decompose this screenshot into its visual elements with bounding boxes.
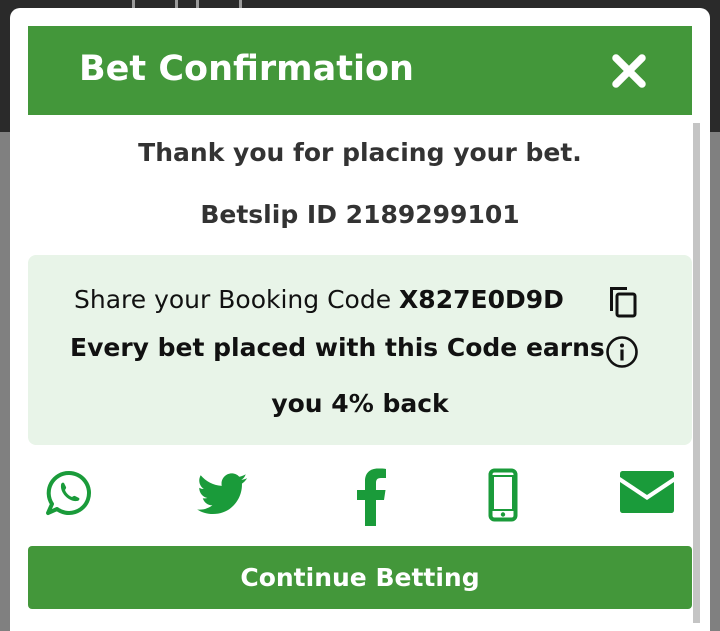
continue-betting-button[interactable]: Continue Betting — [28, 546, 692, 609]
share-facebook-button[interactable] — [356, 468, 388, 530]
betslip-id: Betslip ID 2189299101 — [200, 200, 520, 229]
scrollbar[interactable] — [693, 123, 700, 623]
earn-back-text-continued: you 4% back — [271, 389, 449, 418]
whatsapp-icon — [46, 470, 91, 515]
close-button[interactable] — [610, 52, 648, 90]
info-button[interactable] — [605, 335, 639, 369]
email-icon — [620, 471, 674, 513]
thank-you-message: Thank you for placing your bet. — [138, 138, 582, 167]
earn-back-text: Every bet placed with this Code earns — [70, 333, 605, 362]
share-twitter-button[interactable] — [197, 468, 249, 522]
facebook-icon — [357, 468, 386, 526]
share-booking-label: Share your Booking Code — [74, 285, 400, 314]
info-icon — [606, 336, 638, 368]
share-options — [10, 468, 710, 528]
booking-code[interactable]: X827E0D9D — [399, 285, 564, 314]
copy-code-button[interactable] — [605, 285, 639, 319]
booking-code-panel: Share your Booking Code X827E0D9D Every … — [28, 255, 692, 445]
share-whatsapp-button[interactable] — [44, 468, 94, 522]
twitter-icon — [197, 473, 248, 515]
share-email-button[interactable] — [618, 468, 676, 520]
modal-title: Bet Confirmation — [79, 49, 414, 89]
bet-confirmation-modal: Bet Confirmation Thank you for placing y… — [10, 8, 710, 631]
mobile-phone-icon — [488, 468, 518, 522]
copy-icon — [610, 287, 637, 318]
share-sms-button[interactable] — [488, 468, 518, 528]
share-booking-code-text: Share your Booking Code X827E0D9D — [74, 285, 564, 314]
modal-header: Bet Confirmation — [28, 26, 692, 115]
close-icon — [612, 54, 646, 88]
